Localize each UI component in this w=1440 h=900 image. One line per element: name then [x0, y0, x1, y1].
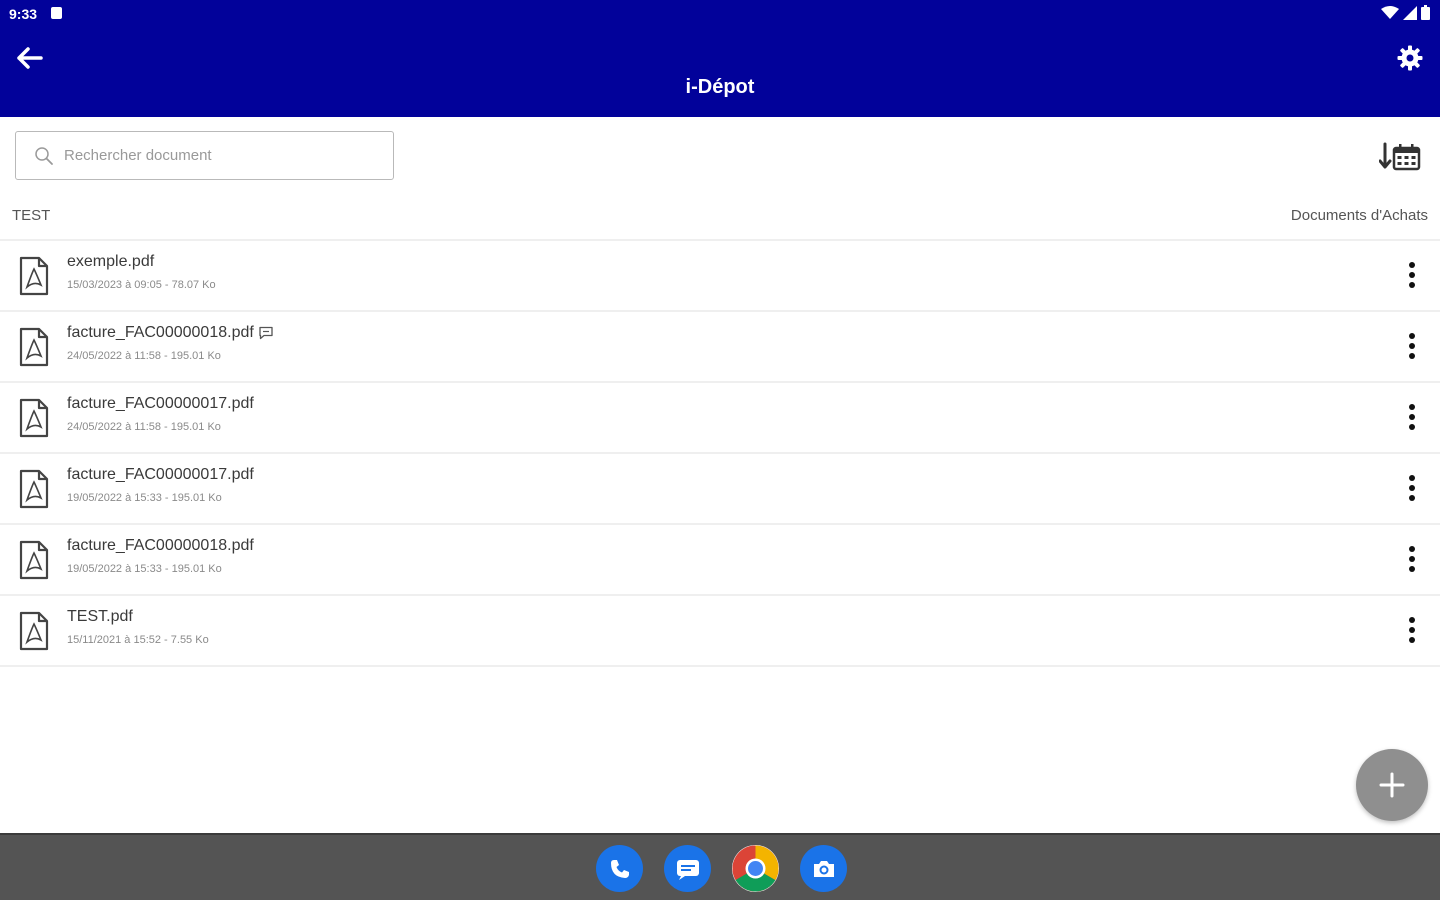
file-name: facture_FAC00000018.pdf [67, 324, 274, 342]
more-vertical-icon [1409, 404, 1415, 430]
file-meta: 24/05/2022 à 11:58 - 195.01 Ko [67, 350, 221, 362]
phone-icon [610, 859, 629, 878]
phone-app-icon[interactable] [596, 845, 643, 892]
battery-icon [1421, 5, 1430, 20]
list-item[interactable]: facture_FAC00000018.pdf 19/05/2022 à 15:… [0, 525, 1440, 596]
list-item[interactable]: exemple.pdf 15/03/2023 à 09:05 - 78.07 K… [0, 241, 1440, 312]
arrow-left-icon [17, 47, 43, 69]
more-options-button[interactable] [1400, 614, 1424, 646]
sort-by-date-icon [1379, 142, 1421, 171]
file-name: TEST.pdf [67, 608, 133, 625]
file-meta: 24/05/2022 à 11:58 - 195.01 Ko [67, 421, 221, 433]
folder-label: TEST [12, 207, 51, 224]
pdf-file-icon [19, 540, 49, 580]
more-options-button[interactable] [1400, 259, 1424, 291]
list-item[interactable]: facture_FAC00000017.pdf 24/05/2022 à 11:… [0, 383, 1440, 454]
file-name: facture_FAC00000017.pdf [67, 466, 254, 483]
plus-icon [1379, 772, 1405, 798]
list-item[interactable]: facture_FAC00000018.pdf 24/05/2022 à 11:… [0, 312, 1440, 383]
more-vertical-icon [1409, 262, 1415, 288]
list-item[interactable]: facture_FAC00000017.pdf 19/05/2022 à 15:… [0, 454, 1440, 525]
status-time: 9:33 [9, 6, 38, 22]
system-dock [0, 833, 1440, 900]
app-bar: 9:33 i-Dépot [0, 0, 1440, 117]
chrome-app-icon[interactable] [732, 845, 779, 892]
pdf-file-icon [19, 469, 49, 509]
file-meta: 19/05/2022 à 15:33 - 195.01 Ko [67, 563, 222, 575]
more-vertical-icon [1409, 475, 1415, 501]
file-name: facture_FAC00000018.pdf [67, 537, 254, 554]
status-icons [1381, 5, 1430, 20]
search-box[interactable] [15, 131, 394, 180]
search-input[interactable] [64, 147, 364, 164]
pdf-file-icon [19, 256, 49, 296]
dock-apps [596, 845, 847, 892]
document-list: exemple.pdf 15/03/2023 à 09:05 - 78.07 K… [0, 239, 1440, 667]
more-options-button[interactable] [1400, 472, 1424, 504]
messages-app-icon[interactable] [664, 845, 711, 892]
file-name: facture_FAC00000017.pdf [67, 395, 254, 412]
more-options-button[interactable] [1400, 330, 1424, 362]
file-meta: 15/03/2023 à 09:05 - 78.07 Ko [67, 279, 216, 291]
chrome-icon [732, 845, 779, 892]
list-item[interactable]: TEST.pdf 15/11/2021 à 15:52 - 7.55 Ko [0, 596, 1440, 667]
wifi-icon [1381, 5, 1399, 19]
more-vertical-icon [1409, 546, 1415, 572]
settings-button[interactable] [1394, 42, 1426, 74]
pdf-file-icon [19, 327, 49, 367]
more-vertical-icon [1409, 333, 1415, 359]
search-icon [35, 146, 53, 165]
page-title: i-Dépot [685, 76, 755, 98]
add-document-button[interactable] [1356, 749, 1428, 821]
category-label: Documents d'Achats [1290, 207, 1428, 224]
pdf-file-icon [19, 398, 49, 438]
more-vertical-icon [1409, 617, 1415, 643]
more-options-button[interactable] [1400, 401, 1424, 433]
file-meta: 15/11/2021 à 15:52 - 7.55 Ko [67, 634, 209, 646]
comment-icon [259, 326, 273, 340]
pdf-file-icon [19, 611, 49, 651]
more-options-button[interactable] [1400, 543, 1424, 575]
file-meta: 19/05/2022 à 15:33 - 195.01 Ko [67, 492, 222, 504]
camera-app-icon[interactable] [800, 845, 847, 892]
sort-by-date-button[interactable] [1378, 138, 1422, 174]
back-button[interactable] [14, 42, 46, 74]
camera-icon [813, 860, 834, 877]
messages-icon [676, 859, 699, 880]
gear-icon [1397, 45, 1423, 71]
notification-icon [51, 7, 62, 19]
file-name: exemple.pdf [67, 253, 155, 270]
signal-icon [1403, 5, 1417, 20]
